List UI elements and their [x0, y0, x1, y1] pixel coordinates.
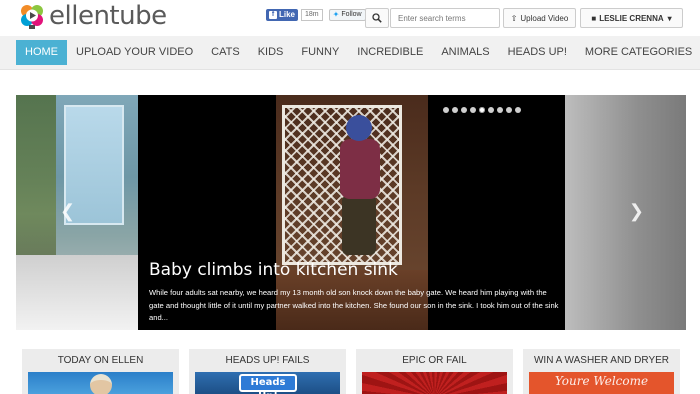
upload-video-button[interactable]: ⇧ Upload Video — [503, 8, 576, 28]
slide-title[interactable]: Baby climbs into kitchen sink — [149, 259, 559, 281]
slide-indicator-dot[interactable] — [479, 107, 485, 113]
active-slide[interactable]: Baby climbs into kitchen sink While four… — [138, 95, 565, 330]
slide-indicators — [443, 107, 524, 113]
facebook-icon: f — [269, 11, 277, 19]
card-thumbnail[interactable] — [28, 372, 173, 394]
twitter-bird-icon: ✦ — [332, 10, 340, 19]
search-icon — [372, 13, 382, 23]
ellentube-logo-icon — [18, 2, 46, 30]
next-slide-preview[interactable] — [565, 95, 686, 330]
photo-child-body — [340, 139, 380, 199]
card-title: TODAY ON ELLEN — [57, 355, 144, 366]
facebook-like-label: Like — [279, 10, 296, 19]
nav-items: HOME UPLOAD YOUR VIDEO CATS KIDS FUNNY I… — [16, 40, 700, 65]
photo-child-head — [346, 115, 372, 141]
featured-carousel: ❮ Baby climbs into kitchen sink While fo… — [16, 95, 686, 330]
ellentube-logo[interactable]: ellentube — [18, 2, 167, 30]
site-header: ellentube f Like 18m ✦ Follow ⇧ Upload V… — [0, 0, 700, 36]
user-menu-button[interactable]: ■ LESLIE CRENNA ▾ — [580, 8, 683, 28]
search-input[interactable] — [390, 8, 500, 28]
card-thumbnail[interactable]: Heads Up! — [195, 372, 340, 394]
card-heads-up-fails[interactable]: HEADS UP! FAILS Heads Up! — [189, 349, 346, 394]
search-button[interactable] — [365, 8, 389, 28]
twitter-follow-label: Follow — [341, 11, 362, 18]
heads-up-sign: Heads Up! — [239, 374, 297, 394]
slide-indicator-dot[interactable] — [497, 107, 503, 113]
card-title: EPIC OR FAIL — [402, 355, 467, 366]
slide-indicator-dot[interactable] — [461, 107, 467, 113]
thumbnail-face-image — [90, 374, 112, 394]
upload-icon: ⇧ — [510, 13, 518, 23]
card-thumbnail[interactable] — [362, 372, 507, 394]
card-title: HEADS UP! FAILS — [225, 355, 310, 366]
card-title: WIN A WASHER AND DRYER — [533, 355, 670, 366]
slide-indicator-dot[interactable] — [470, 107, 476, 113]
slide-description: While four adults sat nearby, we heard m… — [149, 288, 559, 322]
main-nav: HOME UPLOAD YOUR VIDEO CATS KIDS FUNNY I… — [0, 36, 700, 70]
chair-image — [16, 255, 138, 330]
nav-item-incredible[interactable]: INCREDIBLE — [348, 40, 432, 65]
thumbnail-script-text: Youre Welcome — [554, 374, 649, 388]
nav-item-kids[interactable]: KIDS — [249, 40, 293, 65]
nav-item-upload-your-video[interactable]: UPLOAD YOUR VIDEO — [67, 40, 202, 65]
facebook-like-button[interactable]: f Like — [266, 9, 299, 21]
previous-slide-preview[interactable] — [16, 95, 138, 330]
card-epic-or-fail[interactable]: EPIC OR FAIL — [356, 349, 513, 394]
twitter-follow-button[interactable]: ✦ Follow — [328, 9, 366, 21]
nav-item-more-categories[interactable]: MORE CATEGORIES — [576, 40, 700, 65]
chevron-left-icon[interactable]: ❮ — [60, 201, 75, 222]
social-buttons: f Like 18m ✦ Follow — [266, 9, 366, 21]
slide-caption: Baby climbs into kitchen sink While four… — [149, 259, 559, 325]
plant-image — [16, 95, 56, 265]
logo-text: ellentube — [49, 1, 167, 31]
chevron-down-icon: ▾ — [667, 13, 672, 23]
upload-video-label: Upload Video — [520, 13, 569, 23]
photo-child-legs — [342, 195, 376, 255]
card-win-washer-dryer[interactable]: WIN A WASHER AND DRYER Youre Welcome — [523, 349, 680, 394]
user-name: LESLIE CRENNA — [599, 13, 664, 23]
chevron-right-icon[interactable]: ❯ — [629, 201, 644, 222]
card-thumbnail[interactable]: Youre Welcome — [529, 372, 674, 394]
slide-indicator-dot[interactable] — [506, 107, 512, 113]
nav-item-animals[interactable]: ANIMALS — [432, 40, 498, 65]
facebook-like-count: 18m — [301, 9, 323, 21]
slide-indicator-dot[interactable] — [488, 107, 494, 113]
user-icon: ■ — [591, 13, 597, 23]
card-today-on-ellen[interactable]: TODAY ON ELLEN — [22, 349, 179, 394]
nav-item-heads-up[interactable]: HEADS UP! — [499, 40, 576, 65]
slide-indicator-dot[interactable] — [515, 107, 521, 113]
slide-indicator-dot[interactable] — [452, 107, 458, 113]
nav-item-home[interactable]: HOME — [16, 40, 67, 65]
nav-item-funny[interactable]: FUNNY — [292, 40, 348, 65]
slide-indicator-dot[interactable] — [443, 107, 449, 113]
nav-item-cats[interactable]: CATS — [202, 40, 249, 65]
